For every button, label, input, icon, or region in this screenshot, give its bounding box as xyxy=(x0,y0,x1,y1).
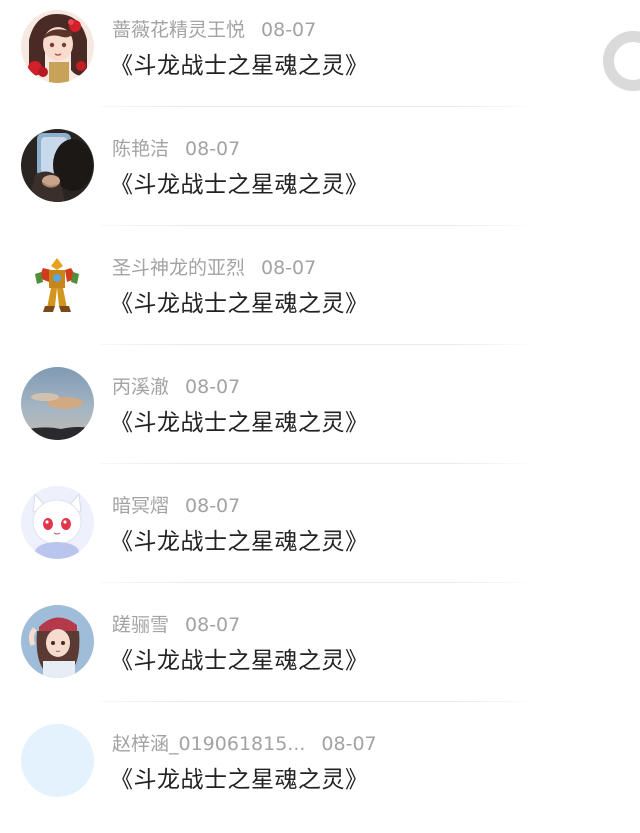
username[interactable]: 陈艳洁 xyxy=(112,136,169,162)
comment-row[interactable]: 陈艳洁 08-07 《斗龙战士之星魂之灵》 xyxy=(0,119,640,238)
username[interactable]: 丙溪澈 xyxy=(112,374,169,400)
comment-meta: 丙溪澈 08-07 xyxy=(112,374,240,400)
username[interactable]: 圣斗神龙的亚烈 xyxy=(112,255,245,281)
comment-text: 《斗龙战士之星魂之灵》 xyxy=(110,172,369,198)
comment-text: 《斗龙战士之星魂之灵》 xyxy=(110,529,369,555)
divider xyxy=(100,225,540,226)
avatar[interactable] xyxy=(21,10,94,83)
comment-text: 《斗龙战士之星魂之灵》 xyxy=(110,410,369,436)
divider xyxy=(100,701,540,702)
blank-avatar-icon xyxy=(21,724,94,797)
anime-girl-cap-avatar-icon xyxy=(21,605,94,678)
comment-date: 08-07 xyxy=(185,614,241,636)
robot-mecha-avatar-icon xyxy=(21,248,94,321)
comment-meta: 暗冥熠 08-07 xyxy=(112,493,240,519)
avatar[interactable] xyxy=(21,367,94,440)
comment-row[interactable]: 圣斗神龙的亚烈 08-07 《斗龙战士之星魂之灵》 xyxy=(0,238,640,357)
avatar[interactable] xyxy=(21,486,94,559)
comment-feed: 蔷薇花精灵王悦 08-07 《斗龙战士之星魂之灵》 陈艳洁 08-07 《斗龙战士之… xyxy=(0,0,640,812)
comment-text: 《斗龙战士之星魂之灵》 xyxy=(110,648,369,674)
comment-date: 08-07 xyxy=(185,495,241,517)
comment-row[interactable]: 蔷薇花精灵王悦 08-07 《斗龙战士之星魂之灵》 xyxy=(0,0,640,119)
divider xyxy=(100,463,540,464)
comment-meta: 蹉骊雪 08-07 xyxy=(112,612,240,638)
white-cat-girl-avatar-icon xyxy=(21,486,94,559)
comment-meta: 圣斗神龙的亚烈 08-07 xyxy=(112,255,316,281)
anime-girl-red-flowers-avatar-icon xyxy=(21,10,94,83)
comment-date: 08-07 xyxy=(261,19,317,41)
avatar[interactable] xyxy=(21,605,94,678)
divider xyxy=(100,344,540,345)
divider xyxy=(100,582,540,583)
comment-text: 《斗龙战士之星魂之灵》 xyxy=(110,767,369,793)
dusk-sky-avatar-icon xyxy=(21,367,94,440)
divider xyxy=(100,106,540,107)
comment-row[interactable]: 蹉骊雪 08-07 《斗龙战士之星魂之灵》 xyxy=(0,595,640,714)
comment-text: 《斗龙战士之星魂之灵》 xyxy=(110,53,369,79)
username[interactable]: 赵梓涵_019061815... xyxy=(112,731,305,757)
username[interactable]: 蹉骊雪 xyxy=(112,612,169,638)
avatar[interactable] xyxy=(21,724,94,797)
comment-row[interactable]: 赵梓涵_019061815... 08-07 《斗龙战士之星魂之灵》 xyxy=(0,714,640,833)
person-photo-avatar-icon xyxy=(21,129,94,202)
comment-date: 08-07 xyxy=(185,138,241,160)
avatar[interactable] xyxy=(21,248,94,321)
comment-date: 08-07 xyxy=(321,733,377,755)
username[interactable]: 暗冥熠 xyxy=(112,493,169,519)
comment-text: 《斗龙战士之星魂之灵》 xyxy=(110,291,369,317)
username[interactable]: 蔷薇花精灵王悦 xyxy=(112,17,245,43)
avatar[interactable] xyxy=(21,129,94,202)
comment-row[interactable]: 丙溪澈 08-07 《斗龙战士之星魂之灵》 xyxy=(0,357,640,476)
comment-meta: 蔷薇花精灵王悦 08-07 xyxy=(112,17,316,43)
comment-row[interactable]: 暗冥熠 08-07 《斗龙战士之星魂之灵》 xyxy=(0,476,640,595)
comment-date: 08-07 xyxy=(185,376,241,398)
comment-date: 08-07 xyxy=(261,257,317,279)
comment-meta: 赵梓涵_019061815... 08-07 xyxy=(112,731,377,757)
comment-meta: 陈艳洁 08-07 xyxy=(112,136,240,162)
